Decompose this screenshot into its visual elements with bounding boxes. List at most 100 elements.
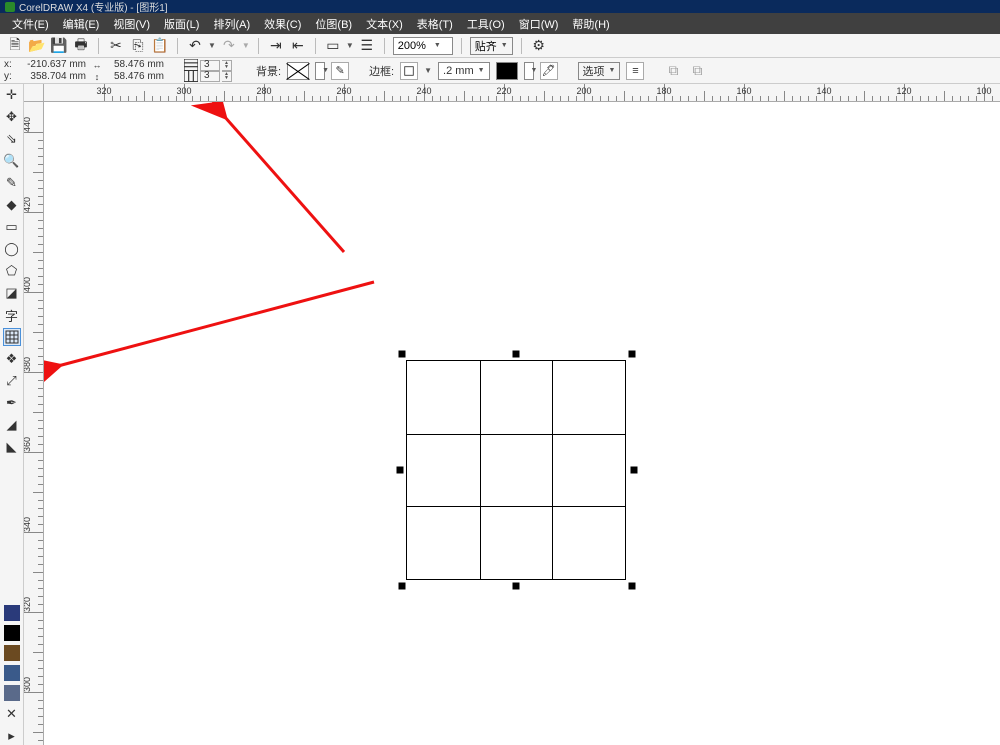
handle-bl[interactable] bbox=[399, 583, 406, 590]
polygon-tool[interactable]: ⬠ bbox=[3, 262, 21, 280]
menu-arrange[interactable]: 排列(A) bbox=[207, 14, 256, 34]
cols-spinner[interactable]: ▲▼ bbox=[222, 71, 232, 82]
crop-tool[interactable]: ⇘ bbox=[3, 130, 21, 148]
color-swatch-3[interactable] bbox=[4, 645, 20, 661]
options-button[interactable]: ⚙ bbox=[530, 37, 548, 55]
undo-dropdown-icon[interactable]: ▼ bbox=[208, 41, 216, 50]
app-launcher-button[interactable]: ▭ bbox=[324, 37, 342, 55]
no-color-swatch[interactable]: ✕ bbox=[3, 705, 21, 723]
border-width-value: .2 mm bbox=[443, 65, 474, 77]
menu-text[interactable]: 文本(X) bbox=[360, 14, 409, 34]
pick-tool[interactable]: ✛ bbox=[3, 86, 21, 104]
zoom-value: 200% bbox=[398, 40, 426, 52]
separator bbox=[384, 38, 385, 54]
width-value: 58.476 mm bbox=[104, 59, 164, 71]
copy-button[interactable]: ⎘ bbox=[129, 37, 147, 55]
window-titlebar: CorelDRAW X4 (专业版) - [图形1] bbox=[0, 0, 1000, 13]
menu-window[interactable]: 窗口(W) bbox=[513, 14, 565, 34]
app-logo-icon bbox=[5, 2, 15, 12]
menu-effects[interactable]: 效果(C) bbox=[258, 14, 307, 34]
eyedropper-tool[interactable]: ⤢ bbox=[3, 372, 21, 390]
ruler-origin[interactable] bbox=[24, 84, 44, 102]
separator bbox=[461, 38, 462, 54]
menu-tools[interactable]: 工具(O) bbox=[461, 14, 511, 34]
separator bbox=[177, 38, 178, 54]
zoom-level-select[interactable]: 200% bbox=[393, 37, 453, 55]
shape-tool[interactable]: ✥ bbox=[3, 108, 21, 126]
table-options-button[interactable]: 选项 bbox=[578, 62, 621, 80]
color-swatch-2[interactable] bbox=[4, 625, 20, 641]
extra-button-1[interactable]: ⧉ bbox=[664, 62, 682, 80]
export-button[interactable]: ⇤ bbox=[289, 37, 307, 55]
handle-mr[interactable] bbox=[631, 467, 638, 474]
handle-br[interactable] bbox=[629, 583, 636, 590]
table-object[interactable] bbox=[406, 360, 626, 580]
background-color-swatch[interactable] bbox=[287, 62, 309, 80]
menu-help[interactable]: 帮助(H) bbox=[566, 14, 615, 34]
basic-shapes-tool[interactable]: ◪ bbox=[3, 284, 21, 302]
table-tool[interactable] bbox=[3, 328, 21, 346]
cut-button[interactable]: ✂ bbox=[107, 37, 125, 55]
undo-button[interactable]: ↶ bbox=[186, 37, 204, 55]
horizontal-ruler[interactable]: 320300280260240220200180160140120100 bbox=[44, 84, 1000, 102]
background-color-dropdown[interactable] bbox=[315, 62, 325, 80]
outline-tool[interactable]: ✒ bbox=[3, 394, 21, 412]
new-button[interactable]: 🗎 bbox=[6, 37, 24, 55]
palette-flyout[interactable]: ▸ bbox=[3, 727, 21, 745]
handle-tm[interactable] bbox=[513, 351, 520, 358]
zoom-tool[interactable]: 🔍 bbox=[3, 152, 21, 170]
import-button[interactable]: ⇥ bbox=[267, 37, 285, 55]
redo-dropdown-icon[interactable]: ▼ bbox=[242, 41, 250, 50]
open-button[interactable]: 📂 bbox=[28, 37, 46, 55]
edit-fill-button[interactable]: ✎ bbox=[331, 62, 349, 80]
border-sides-dropdown-icon[interactable]: ▼ bbox=[424, 66, 432, 75]
handle-bm[interactable] bbox=[513, 583, 520, 590]
border-width-select[interactable]: .2 mm bbox=[438, 62, 490, 80]
border-sides-button[interactable] bbox=[400, 62, 418, 80]
vertical-ruler[interactable]: 440420400380360340320300 bbox=[24, 102, 44, 745]
text-tool[interactable]: 字 bbox=[3, 306, 21, 324]
handle-ml[interactable] bbox=[397, 467, 404, 474]
ellipse-tool[interactable]: ◯ bbox=[3, 240, 21, 258]
border-color-dropdown[interactable] bbox=[524, 62, 534, 80]
menu-layout[interactable]: 版面(L) bbox=[158, 14, 205, 34]
cols-icon bbox=[184, 71, 198, 82]
menu-edit[interactable]: 编辑(E) bbox=[57, 14, 106, 34]
handle-tr[interactable] bbox=[629, 351, 636, 358]
y-label: y: bbox=[4, 71, 16, 83]
interactive-tool[interactable]: ❖ bbox=[3, 350, 21, 368]
outline-pen-button[interactable]: 🖊 bbox=[540, 62, 558, 80]
color-swatch-1[interactable] bbox=[4, 605, 20, 621]
paste-button[interactable]: 📋 bbox=[151, 37, 169, 55]
border-label: 边框: bbox=[369, 63, 394, 79]
color-swatch-5[interactable] bbox=[4, 685, 20, 701]
rows-spinner[interactable]: ▲▼ bbox=[222, 60, 232, 71]
redo-button[interactable]: ↷ bbox=[220, 37, 238, 55]
wrap-text-button[interactable]: ≡ bbox=[626, 62, 644, 80]
border-color-swatch[interactable] bbox=[496, 62, 518, 80]
launcher-dropdown-icon[interactable]: ▼ bbox=[346, 41, 354, 50]
fill-tool[interactable]: ◢ bbox=[3, 416, 21, 434]
rectangle-tool[interactable]: ▭ bbox=[3, 218, 21, 236]
menu-bitmap[interactable]: 位图(B) bbox=[309, 14, 358, 34]
separator bbox=[258, 38, 259, 54]
print-button[interactable]: 🖶 bbox=[72, 37, 90, 55]
x-label: x: bbox=[4, 59, 16, 71]
freehand-tool[interactable]: ✎ bbox=[3, 174, 21, 192]
menu-table[interactable]: 表格(T) bbox=[411, 14, 459, 34]
save-button[interactable]: 💾 bbox=[50, 37, 68, 55]
rows-cols-block: 3 ▲▼ 3 ▲▼ bbox=[184, 60, 232, 82]
menu-file[interactable]: 文件(E) bbox=[6, 14, 55, 34]
extra-button-2[interactable]: ⧉ bbox=[688, 62, 706, 80]
interactive-fill-tool[interactable]: ◣ bbox=[3, 438, 21, 456]
canvas[interactable] bbox=[44, 102, 1000, 745]
smart-fill-tool[interactable]: ◆ bbox=[3, 196, 21, 214]
rows-input[interactable]: 3 bbox=[200, 60, 220, 71]
window-title: CorelDRAW X4 (专业版) - [图形1] bbox=[19, 0, 168, 14]
handle-tl[interactable] bbox=[399, 351, 406, 358]
cols-input[interactable]: 3 bbox=[200, 71, 220, 82]
menu-view[interactable]: 视图(V) bbox=[107, 14, 156, 34]
color-swatch-4[interactable] bbox=[4, 665, 20, 681]
snap-to-button[interactable]: 贴齐 bbox=[470, 37, 513, 55]
welcome-button[interactable]: ☰ bbox=[358, 37, 376, 55]
